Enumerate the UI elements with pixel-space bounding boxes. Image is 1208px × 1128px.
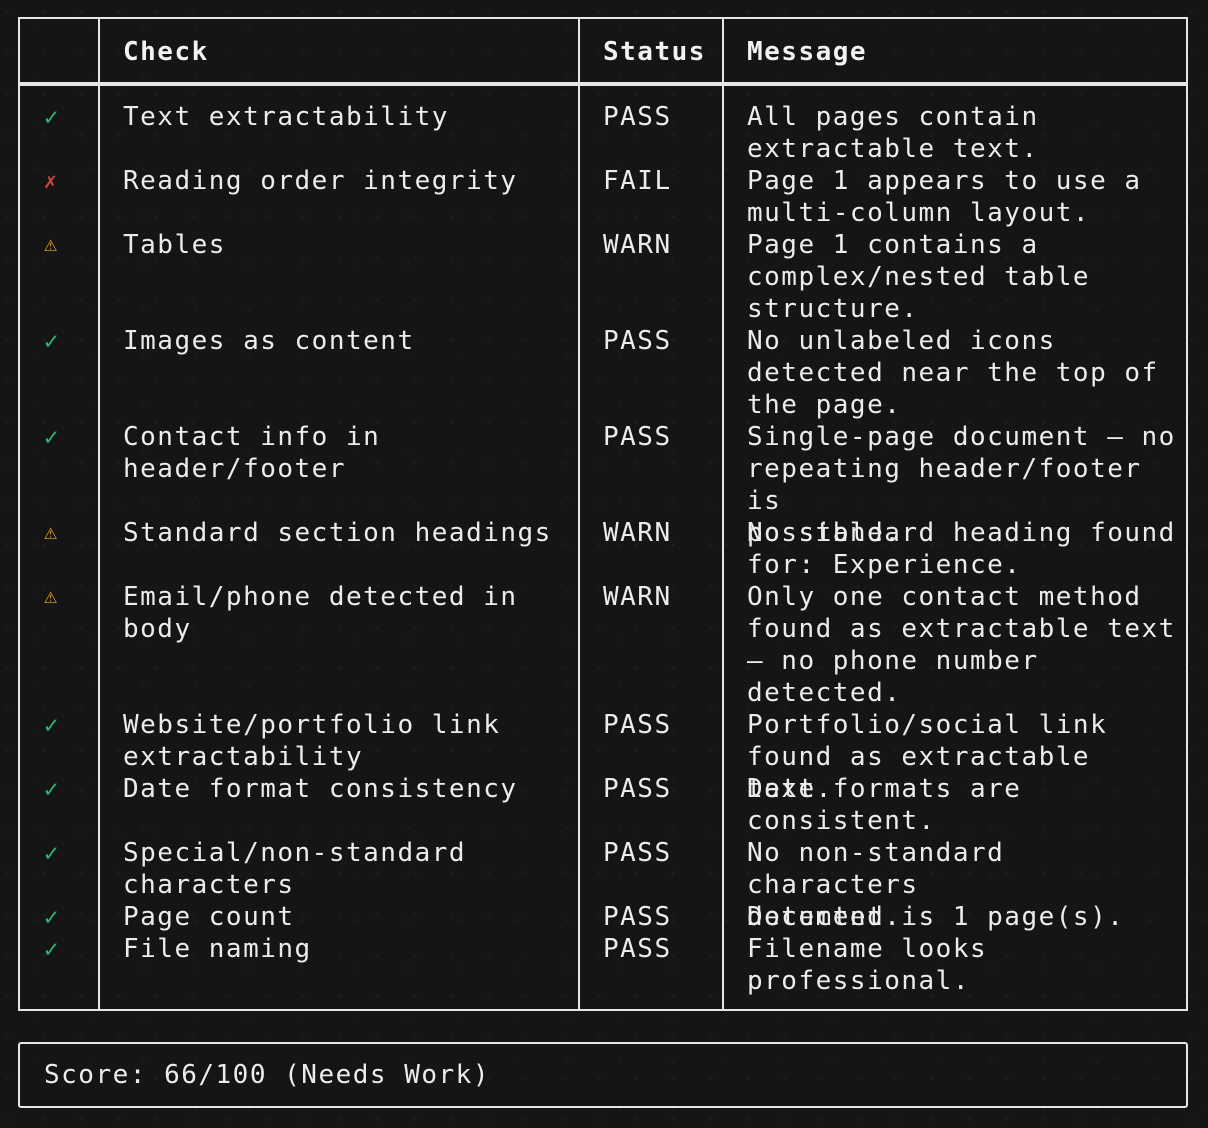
message-text: Only one contact method found as extract…: [747, 582, 1176, 708]
status-badge: PASS: [603, 326, 672, 356]
results-table: Check Status Message ✓ Text extractabilit…: [18, 17, 1188, 1011]
check-icon: ✓: [44, 935, 59, 963]
header-status: Status: [603, 37, 706, 67]
cross-icon: ✗: [44, 169, 57, 193]
header-separator: [20, 82, 1186, 86]
check-name: File naming: [123, 934, 312, 964]
status-badge: PASS: [603, 838, 672, 868]
status-badge: PASS: [603, 102, 672, 132]
message-text: Page 1 contains a complex/nested table s…: [747, 230, 1091, 324]
score-panel: Score: 66/100 (Needs Work): [18, 1042, 1188, 1108]
message-text: Document is 1 page(s).: [747, 902, 1125, 932]
check-icon: ✓: [44, 839, 59, 867]
check-name: Images as content: [123, 326, 415, 356]
check-name: Standard section headings: [123, 518, 552, 548]
warning-icon: ⚠: [44, 520, 58, 545]
ats-check-report: Check Status Message ✓ Text extractabilit…: [0, 0, 1208, 1128]
check-icon: ✓: [44, 103, 59, 131]
message-text: No unlabeled icons detected near the top…: [747, 326, 1159, 420]
message-text: No standard heading found for: Experienc…: [747, 518, 1176, 580]
header-message: Message: [747, 37, 868, 67]
warning-icon: ⚠: [44, 584, 58, 609]
status-badge: WARN: [603, 230, 672, 260]
status-badge: PASS: [603, 422, 672, 452]
header-check: Check: [123, 37, 209, 67]
check-name: Reading order integrity: [123, 166, 518, 196]
check-name: Contact info in header/footer: [123, 422, 381, 484]
check-icon: ✓: [44, 711, 59, 739]
status-badge: PASS: [603, 934, 672, 964]
message-text: Date formats are consistent.: [747, 774, 1022, 836]
check-name: Date format consistency: [123, 774, 518, 804]
score-text: Score: 66/100 (Needs Work): [44, 1060, 490, 1090]
message-text: Filename looks professional.: [747, 934, 988, 996]
check-name: Special/non-standard characters: [123, 838, 467, 900]
check-name: Email/phone detected in body: [123, 582, 518, 644]
check-icon: ✓: [44, 423, 59, 451]
check-name: Tables: [123, 230, 226, 260]
status-badge: WARN: [603, 582, 672, 612]
status-badge: WARN: [603, 518, 672, 548]
status-badge: PASS: [603, 902, 672, 932]
check-name: Text extractability: [123, 102, 449, 132]
check-icon: ✓: [44, 903, 59, 931]
check-name: Page count: [123, 902, 295, 932]
check-icon: ✓: [44, 327, 59, 355]
message-text: Page 1 appears to use a multi-column lay…: [747, 166, 1142, 228]
warning-icon: ⚠: [44, 232, 58, 257]
check-icon: ✓: [44, 775, 59, 803]
status-badge: PASS: [603, 710, 672, 740]
check-name: Website/portfolio link extractability: [123, 710, 501, 772]
message-text: All pages contain extractable text.: [747, 102, 1039, 164]
column-divider: [98, 19, 100, 1009]
status-badge: FAIL: [603, 166, 672, 196]
status-badge: PASS: [603, 774, 672, 804]
